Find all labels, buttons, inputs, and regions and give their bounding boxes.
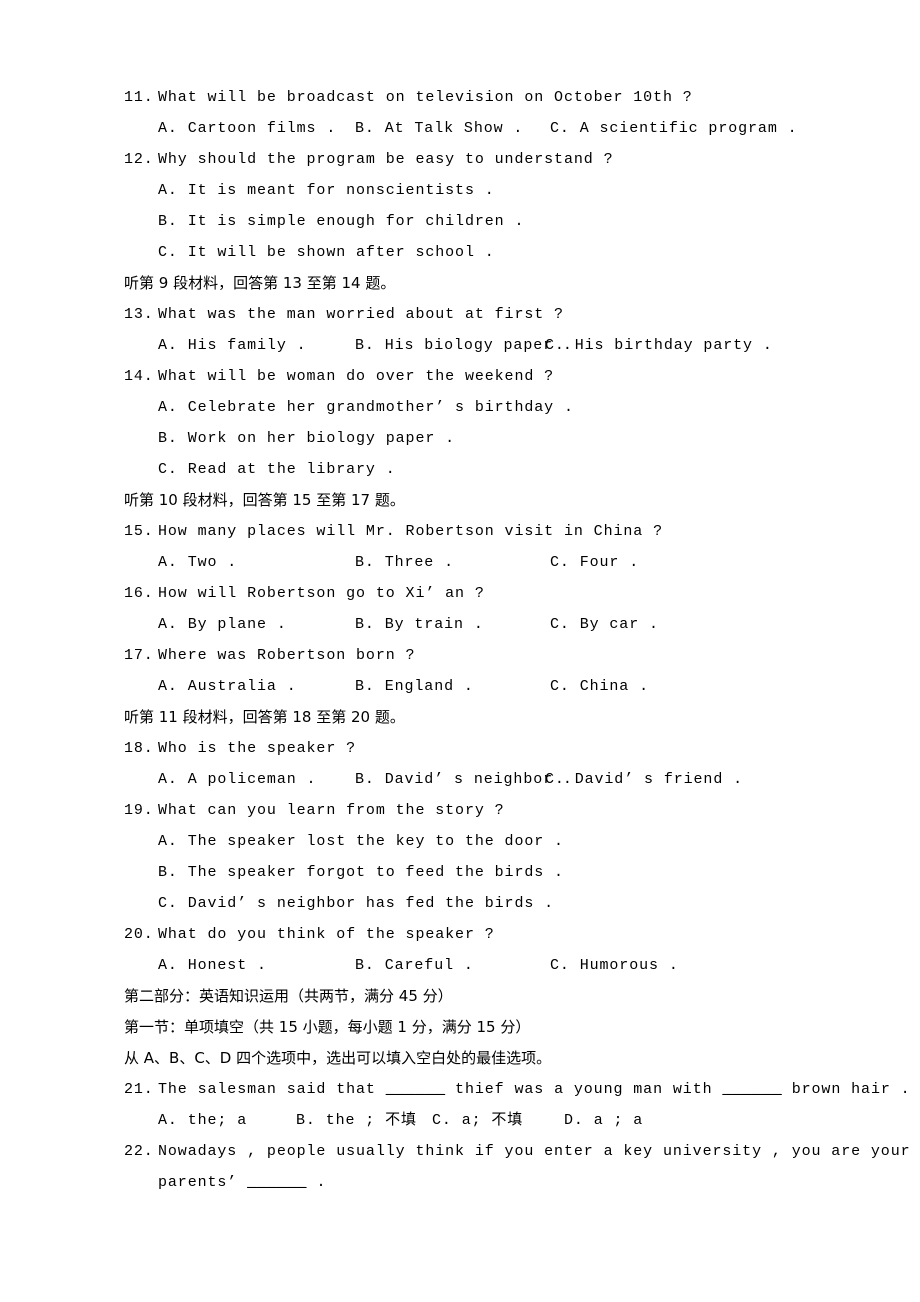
question-stem-21: 21. The salesman said that ______ thief w… bbox=[124, 1074, 910, 1105]
option-14-c[interactable]: C. Read at the library . bbox=[124, 454, 796, 485]
option-15-c[interactable]: C. Four . bbox=[550, 547, 639, 578]
option-13-c[interactable]: C. His birthday party . bbox=[545, 330, 773, 361]
options-row-16: A. By plane . B. By train . C. By car . bbox=[124, 609, 796, 640]
question-text-14: What will be woman do over the weekend ? bbox=[158, 368, 555, 385]
question-number-21: 21. bbox=[124, 1081, 154, 1098]
section-instruction: 从 A、B、C、D 四个选项中，选出可以填入空白处的最佳选项。 bbox=[124, 1049, 552, 1067]
question-number-12: 12. bbox=[124, 151, 154, 168]
question-stem-15: 15. How many places will Mr. Robertson vi… bbox=[124, 516, 796, 547]
option-20-a[interactable]: A. Honest . bbox=[158, 950, 267, 981]
listening-direction-11: 听第 11 段材料，回答第 18 至第 20 题。 bbox=[124, 708, 405, 726]
option-18-c[interactable]: C. David’ s friend . bbox=[545, 764, 743, 795]
option-21-b[interactable]: B. the ; 不填 bbox=[296, 1105, 417, 1136]
question-text-18: Who is the speaker ? bbox=[158, 740, 357, 757]
question-number-16: 16. bbox=[124, 585, 154, 602]
options-row-17: A. Australia . B. England . C. China . bbox=[124, 671, 796, 702]
question-number-19: 19. bbox=[124, 802, 154, 819]
question-21-blank-1[interactable]: ______ bbox=[386, 1081, 445, 1098]
question-stem-19: 19. What can you learn from the story ? bbox=[124, 795, 796, 826]
options-row-15: A. Two . B. Three . C. Four . bbox=[124, 547, 796, 578]
question-number-22: 22. bbox=[124, 1143, 154, 1160]
question-stem-12: 12. Why should the program be easy to und… bbox=[124, 144, 796, 175]
question-stem-16: 16. How will Robertson go to Xi’ an ? bbox=[124, 578, 796, 609]
options-row-21: A. the; a B. the ; 不填 C. a; 不填 D. a ; a bbox=[124, 1105, 796, 1136]
question-text-20: What do you think of the speaker ? bbox=[158, 926, 495, 943]
option-12-a[interactable]: A. It is meant for nonscientists . bbox=[124, 175, 796, 206]
question-stem-13: 13. What was the man worried about at fir… bbox=[124, 299, 796, 330]
question-text-21-part2: thief was a young man with bbox=[445, 1081, 723, 1098]
option-21-c[interactable]: C. a; 不填 bbox=[432, 1105, 523, 1136]
part-two-header: 第二部分：英语知识运用（共两节，满分 45 分） bbox=[124, 987, 453, 1005]
question-text-12: Why should the program be easy to unders… bbox=[158, 151, 614, 168]
question-stem-17: 17. Where was Robertson born ? bbox=[124, 640, 796, 671]
option-20-b[interactable]: B. Careful . bbox=[355, 950, 474, 981]
option-18-b[interactable]: B. David’ s neighbor . bbox=[355, 764, 573, 795]
question-text-16: How will Robertson go to Xi’ an ? bbox=[158, 585, 485, 602]
option-14-a[interactable]: A. Celebrate her grandmother’ s birthday… bbox=[124, 392, 796, 423]
options-row-18: A. A policeman . B. David’ s neighbor . … bbox=[124, 764, 796, 795]
question-21-blank-2[interactable]: ______ bbox=[722, 1081, 781, 1098]
option-15-b[interactable]: B. Three . bbox=[355, 547, 454, 578]
option-19-c[interactable]: C. David’ s neighbor has fed the birds . bbox=[124, 888, 796, 919]
question-stem-11: 11. What will be broadcast on television … bbox=[124, 82, 796, 113]
option-12-c[interactable]: C. It will be shown after school . bbox=[124, 237, 796, 268]
option-12-b[interactable]: B. It is simple enough for children . bbox=[124, 206, 796, 237]
question-stem-22: 22. Nowadays , people usually think if yo… bbox=[124, 1136, 910, 1167]
listening-direction-9: 听第 9 段材料，回答第 13 至第 14 题。 bbox=[124, 274, 396, 292]
option-16-c[interactable]: C. By car . bbox=[550, 609, 659, 640]
listening-direction-10: 听第 10 段材料，回答第 15 至第 17 题。 bbox=[124, 491, 405, 509]
option-11-a[interactable]: A. Cartoon films . bbox=[158, 113, 336, 144]
question-text-19: What can you learn from the story ? bbox=[158, 802, 505, 819]
question-text-15: How many places will Mr. Robertson visit… bbox=[158, 523, 663, 540]
option-18-a[interactable]: A. A policeman . bbox=[158, 764, 316, 795]
section-one-header: 第一节：单项填空（共 15 小题，每小题 1 分，满分 15 分） bbox=[124, 1018, 531, 1036]
option-19-b[interactable]: B. The speaker forgot to feed the birds … bbox=[124, 857, 796, 888]
question-text-17: Where was Robertson born ? bbox=[158, 647, 416, 664]
question-number-11: 11. bbox=[124, 89, 154, 106]
question-number-15: 15. bbox=[124, 523, 154, 540]
question-number-13: 13. bbox=[124, 306, 154, 323]
options-row-20: A. Honest . B. Careful . C. Humorous . bbox=[124, 950, 796, 981]
question-22-blank[interactable]: ______ bbox=[247, 1174, 306, 1191]
option-19-a[interactable]: A. The speaker lost the key to the door … bbox=[124, 826, 796, 857]
options-row-11: A. Cartoon films . B. At Talk Show . C. … bbox=[124, 113, 798, 144]
question-stem-18: 18. Who is the speaker ? bbox=[124, 733, 796, 764]
option-20-c[interactable]: C. Humorous . bbox=[550, 950, 679, 981]
question-number-18: 18. bbox=[124, 740, 154, 757]
option-11-c[interactable]: C. A scientific program . bbox=[550, 113, 798, 144]
options-row-13: A. His family . B. His biology paper . C… bbox=[124, 330, 796, 361]
option-16-b[interactable]: B. By train . bbox=[355, 609, 484, 640]
question-22-period: . bbox=[306, 1174, 327, 1191]
option-21-d[interactable]: D. a ; a bbox=[564, 1105, 643, 1136]
option-17-c[interactable]: C. China . bbox=[550, 671, 649, 702]
question-number-20: 20. bbox=[124, 926, 154, 943]
option-21-a[interactable]: A. the; a bbox=[158, 1105, 247, 1136]
question-stem-14: 14. What will be woman do over the weeken… bbox=[124, 361, 796, 392]
exam-content: 11. What will be broadcast on television … bbox=[124, 82, 910, 1198]
question-text-22-line1: Nowadays , people usually think if you e… bbox=[158, 1143, 911, 1160]
option-11-b[interactable]: B. At Talk Show . bbox=[355, 113, 523, 144]
question-22-parents-text: parents’ bbox=[158, 1174, 248, 1191]
option-15-a[interactable]: A. Two . bbox=[158, 547, 237, 578]
option-13-b[interactable]: B. His biology paper . bbox=[355, 330, 573, 361]
option-13-a[interactable]: A. His family . bbox=[158, 330, 307, 361]
question-text-21-part3: brown hair . bbox=[781, 1081, 911, 1098]
question-text-22-line2: parents’ ______ . bbox=[124, 1167, 796, 1198]
option-17-b[interactable]: B. England . bbox=[355, 671, 474, 702]
option-14-b[interactable]: B. Work on her biology paper . bbox=[124, 423, 796, 454]
question-stem-20: 20. What do you think of the speaker ? bbox=[124, 919, 796, 950]
question-number-17: 17. bbox=[124, 647, 154, 664]
question-text-11: What will be broadcast on television on … bbox=[158, 89, 693, 106]
question-text-21-part1: The salesman said that bbox=[158, 1081, 386, 1098]
option-17-a[interactable]: A. Australia . bbox=[158, 671, 297, 702]
question-text-13: What was the man worried about at first … bbox=[158, 306, 564, 323]
exam-page: 11. What will be broadcast on television … bbox=[0, 0, 920, 1302]
question-number-14: 14. bbox=[124, 368, 154, 385]
option-16-a[interactable]: A. By plane . bbox=[158, 609, 287, 640]
